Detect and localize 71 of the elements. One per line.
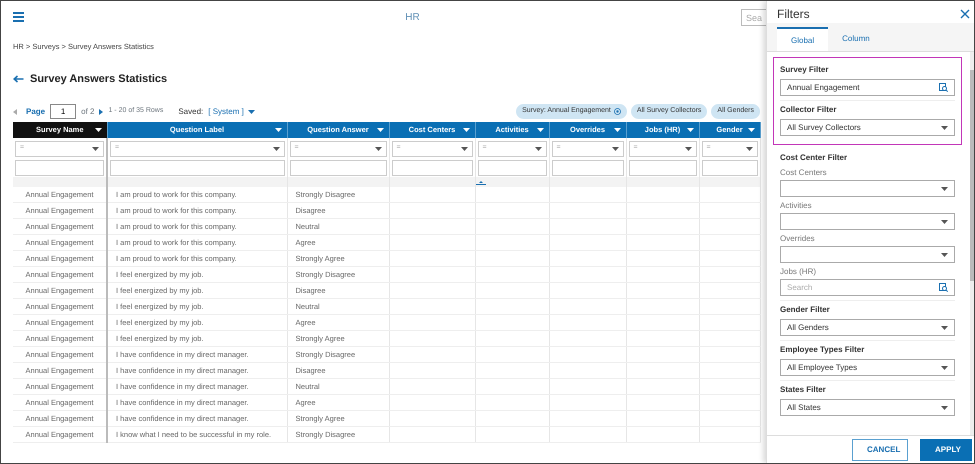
dropdown[interactable]: All Survey Collectors <box>780 119 955 136</box>
section-heading: Collector Filter <box>780 104 838 116</box>
caret-icon <box>460 146 468 150</box>
caret-icon <box>941 126 948 130</box>
dropdown[interactable] <box>780 213 955 230</box>
field-label: Overrides <box>780 233 816 245</box>
filter-input[interactable] <box>702 160 758 176</box>
dropdown[interactable] <box>780 246 955 263</box>
next-page-icon[interactable] <box>99 108 104 114</box>
caret-icon <box>941 406 948 410</box>
field-label: Cost Centers <box>780 167 828 179</box>
previous-page-icon[interactable] <box>13 108 17 114</box>
filter-input[interactable] <box>15 160 104 176</box>
caret-icon <box>374 146 382 150</box>
filter-input[interactable] <box>552 160 624 176</box>
section-heading: States Filter <box>780 384 827 396</box>
filter-input[interactable] <box>392 160 472 176</box>
dropdown[interactable] <box>780 180 955 197</box>
section-heading: Cost Center Filter <box>780 152 848 164</box>
dropdown[interactable]: All Employee Types <box>780 359 955 376</box>
search-field[interactable]: Annual Engagement <box>780 79 955 96</box>
menu-icon[interactable] <box>13 12 24 22</box>
caret-icon <box>614 128 620 132</box>
tab[interactable]: Column <box>828 27 884 51</box>
page-title: Survey Answers Statistics <box>30 72 168 87</box>
filter-input[interactable] <box>290 160 386 176</box>
section-heading: Employee Types Filter <box>780 344 866 356</box>
section-heading: Survey Filter <box>780 64 830 76</box>
field-label: Jobs (HR) <box>780 266 818 278</box>
caret-icon <box>272 146 280 150</box>
caret-icon <box>274 128 282 132</box>
page-label: Page <box>26 106 46 118</box>
caret-icon <box>941 252 948 256</box>
caret-icon <box>941 326 948 330</box>
caret-icon <box>462 128 470 132</box>
caret-icon <box>612 146 618 150</box>
page-input[interactable]: 1 <box>50 104 76 119</box>
caret-icon <box>684 146 692 150</box>
search-icon[interactable] <box>939 83 948 92</box>
caret-icon <box>941 366 948 370</box>
caret-icon <box>536 128 544 132</box>
caret-icon <box>248 110 255 114</box>
apply-button[interactable]: APPLY <box>920 438 972 460</box>
field-label: Activities <box>780 200 813 212</box>
caret-icon <box>941 186 948 190</box>
saved-label: Saved: <box>178 106 204 118</box>
caret-icon <box>746 146 752 150</box>
dropdown[interactable]: All Genders <box>780 319 955 336</box>
caret-icon <box>376 128 384 132</box>
filter-input[interactable] <box>628 160 696 176</box>
tab[interactable]: Global <box>777 27 828 51</box>
caret-icon <box>748 128 754 132</box>
close-icon[interactable] <box>960 8 970 18</box>
back-arrow-icon[interactable] <box>13 75 24 84</box>
search-icon[interactable] <box>939 283 948 292</box>
filter-input[interactable] <box>110 160 284 176</box>
page-count: of 2 <box>81 106 94 118</box>
filter-input[interactable] <box>478 160 546 176</box>
section-heading: Gender Filter <box>780 304 831 316</box>
panel-title: Filters <box>777 6 810 22</box>
caret-icon <box>534 146 542 150</box>
cancel-button[interactable]: CANCEL <box>852 438 908 460</box>
app-title: HR <box>405 10 420 24</box>
caret-icon <box>941 220 948 224</box>
saved-view-dropdown[interactable]: [ System ] <box>208 106 255 118</box>
dropdown[interactable]: All States <box>780 399 955 416</box>
remove-icon[interactable] <box>614 108 621 115</box>
caret-icon <box>94 128 102 132</box>
collapse-handle-icon[interactable] <box>476 180 486 185</box>
caret-icon <box>92 146 99 150</box>
caret-icon <box>686 128 694 132</box>
